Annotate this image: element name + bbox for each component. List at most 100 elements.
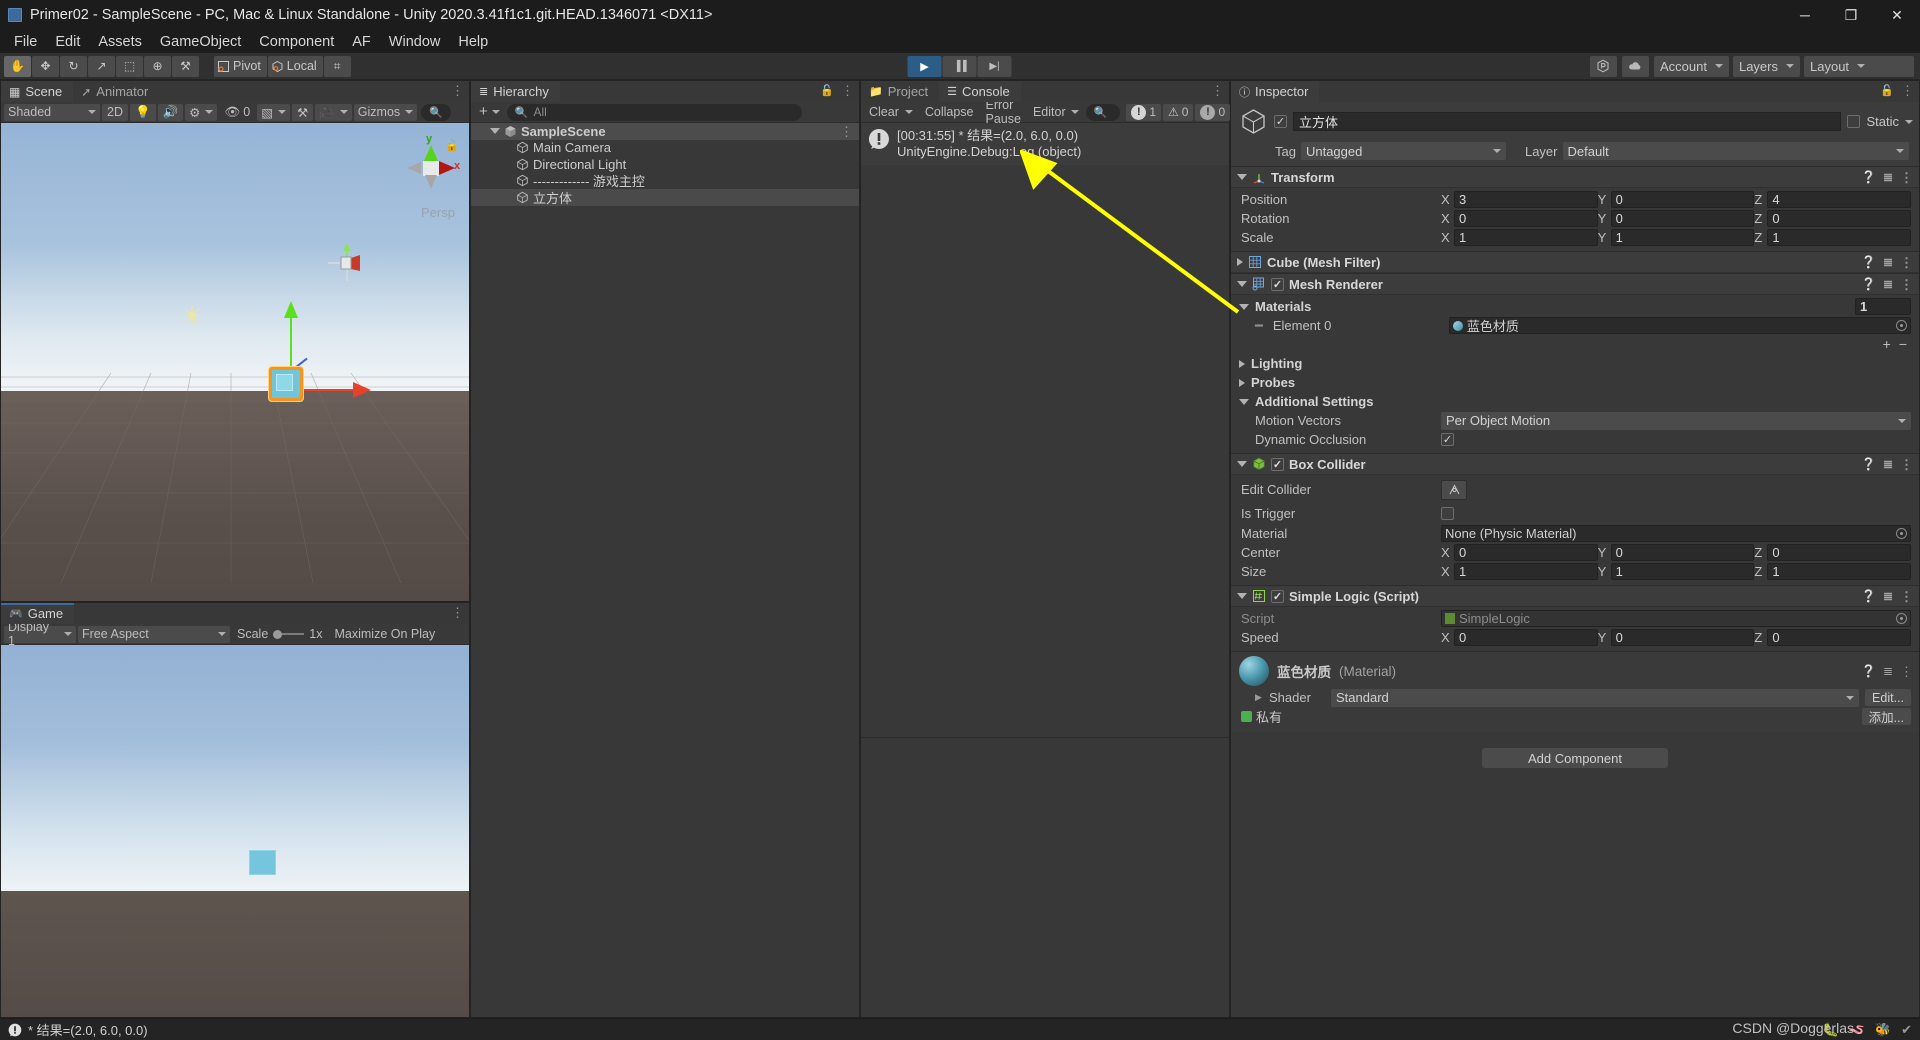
layer-dropdown[interactable]: Default (1562, 142, 1909, 160)
chevron-down-icon[interactable] (1239, 398, 1249, 405)
mesh-renderer-enabled-checkbox[interactable]: ✓ (1271, 277, 1284, 291)
collider-material-object-field[interactable]: None (Physic Material) (1441, 525, 1911, 542)
layers-dropdown[interactable]: Layers (1732, 55, 1800, 77)
tab-hierarchy[interactable]: ≣ Hierarchy (471, 81, 560, 102)
kebab-menu-icon[interactable]: ⋮ (451, 606, 464, 619)
kebab-menu-icon[interactable]: ⋮ (1900, 256, 1913, 269)
chevron-right-icon[interactable] (1237, 258, 1243, 266)
pivot-mode-button[interactable]: Pivot (214, 55, 267, 77)
position-x-input[interactable]: 3 (1454, 191, 1598, 208)
directional-light-gizmo[interactable]: ☀ (179, 303, 205, 329)
close-button[interactable]: ✕ (1874, 0, 1920, 30)
move-tool-button[interactable]: ✥ (32, 55, 59, 77)
console-collapse-toggle[interactable]: Collapse (920, 104, 979, 121)
object-picker-icon[interactable] (1896, 320, 1907, 331)
check-circle-icon[interactable]: ✔ (1901, 1022, 1912, 1038)
scene-camera-dropdown[interactable]: 🎥 (315, 103, 352, 121)
scale-slider-group[interactable]: Scale 1x (232, 626, 327, 643)
menu-item-component[interactable]: Component (250, 32, 343, 52)
pause-button[interactable]: ▐▐ (942, 55, 977, 77)
kebab-menu-icon[interactable]: ⋮ (1901, 84, 1914, 97)
scene-viewport[interactable]: ☀ y x 🔓 Persp (1, 123, 469, 601)
add-material-button[interactable]: + (1883, 336, 1891, 352)
hierarchy-row-main-camera[interactable]: Main Camera (471, 140, 859, 157)
scale-y-input[interactable]: 1 (1610, 229, 1755, 246)
tab-project[interactable]: 📁 Project (861, 81, 939, 102)
play-button[interactable]: ▶ (907, 55, 942, 77)
speed-y-input[interactable]: 0 (1610, 629, 1755, 646)
toggle-2d-button[interactable]: 2D (102, 103, 128, 121)
motion-vectors-dropdown[interactable]: Per Object Motion (1441, 411, 1911, 430)
game-tab-menu[interactable]: ⋮ (451, 606, 464, 619)
lock-icon[interactable]: 🔓 (1880, 84, 1894, 97)
help-icon[interactable]: ❔ (1861, 457, 1876, 471)
object-enabled-checkbox[interactable]: ✓ (1274, 115, 1287, 128)
display-dropdown[interactable]: Display 1 (4, 620, 76, 648)
account-dropdown[interactable]: Account (1653, 55, 1729, 77)
component-header-mesh-filter[interactable]: Cube (Mesh Filter) ❔ ≣ ⋮ (1231, 251, 1919, 273)
collab-button[interactable] (1589, 55, 1617, 77)
dynamic-occlusion-checkbox[interactable]: ✓ (1441, 433, 1454, 446)
component-header-simple-logic[interactable]: ✓ Simple Logic (Script) ❔ ≣ ⋮ (1231, 585, 1919, 607)
bug-muted-icon[interactable]: 🐝 (1875, 1022, 1891, 1038)
kebab-menu-icon[interactable]: ⋮ (1900, 278, 1913, 291)
hierarchy-row-cube[interactable]: 立方体 (471, 189, 859, 206)
scale-tool-button[interactable]: ↗ (88, 55, 115, 77)
edit-collider-button[interactable] (1441, 479, 1467, 500)
rotation-y-input[interactable]: 0 (1610, 210, 1755, 227)
aspect-ratio-dropdown[interactable]: Free Aspect (78, 625, 230, 643)
grid-snapping-button[interactable]: ⌗ (323, 55, 351, 77)
tab-animator[interactable]: ➚ Animator (73, 81, 159, 102)
simple-logic-enabled-checkbox[interactable]: ✓ (1271, 589, 1284, 603)
remove-material-button[interactable]: − (1899, 336, 1907, 352)
menu-item-window[interactable]: Window (380, 32, 450, 52)
gizmo-axis-y-arrow[interactable] (284, 301, 298, 318)
maximize-button[interactable]: ❐ (1828, 0, 1874, 30)
menu-item-assets[interactable]: Assets (89, 32, 151, 52)
help-icon[interactable]: ❔ (1861, 664, 1876, 678)
chevron-down-icon[interactable] (1237, 593, 1247, 599)
box-collider-enabled-checkbox[interactable]: ✓ (1271, 457, 1284, 471)
status-message[interactable]: * 结果=(2.0, 6.0, 0.0) (28, 1020, 148, 1039)
kebab-menu-icon[interactable]: ⋮ (840, 125, 853, 138)
scale-x-input[interactable]: 1 (1454, 229, 1598, 246)
tab-game[interactable]: 🎮 Game (1, 603, 75, 624)
hierarchy-row-samplescene[interactable]: SampleScene ⋮ (471, 123, 859, 140)
menu-item-file[interactable]: File (5, 32, 46, 52)
menu-item-gameobject[interactable]: GameObject (151, 32, 250, 52)
element-0-object-field[interactable]: 蓝色材质 (1448, 317, 1911, 334)
preset-icon[interactable]: ≣ (1883, 664, 1893, 678)
object-picker-icon[interactable] (1896, 528, 1907, 539)
chevron-down-icon[interactable] (490, 128, 500, 135)
console-tab-menu[interactable]: ⋮ (1211, 84, 1224, 97)
speed-z-input[interactable]: 0 (1767, 629, 1912, 646)
scene-lighting-button[interactable]: 💡 (129, 103, 156, 121)
preset-icon[interactable]: ≣ (1883, 255, 1893, 269)
preset-icon[interactable]: ≣ (1883, 457, 1893, 471)
help-icon[interactable]: ❔ (1861, 255, 1876, 269)
component-header-mesh-renderer[interactable]: ✓ Mesh Renderer ❔ ≣ ⋮ (1231, 273, 1919, 295)
drag-handle-icon[interactable]: ━ (1255, 318, 1263, 334)
console-warning-count[interactable]: ⚠ 0 (1163, 103, 1194, 121)
help-icon[interactable]: ❔ (1861, 277, 1876, 291)
console-search-input[interactable]: 🔍 (1085, 103, 1121, 121)
component-header-box-collider[interactable]: ✓ Box Collider ❔ ≣ ⋮ (1231, 453, 1919, 475)
console-log-count[interactable]: ! 1 (1126, 103, 1162, 121)
minimize-button[interactable]: ─ (1782, 0, 1828, 30)
menu-item-edit[interactable]: Edit (46, 32, 89, 52)
chevron-right-icon[interactable] (1239, 359, 1245, 368)
grid-visibility-dropdown[interactable]: ▧ (257, 103, 290, 121)
custom-editor-tool-button[interactable]: ⚒ (172, 55, 199, 77)
chevron-right-icon[interactable]: ▶ (1255, 692, 1269, 703)
help-icon[interactable]: ❔ (1861, 170, 1876, 184)
shader-edit-button[interactable]: Edit... (1865, 689, 1911, 706)
chevron-down-icon[interactable] (1237, 281, 1247, 287)
kebab-menu-icon[interactable]: ⋮ (1900, 458, 1913, 471)
hierarchy-row-game-controller[interactable]: ------------- 游戏主控 (471, 173, 859, 189)
scene-tab-menu[interactable]: ⋮ (451, 84, 464, 97)
kebab-menu-icon[interactable]: ⋮ (1900, 171, 1913, 184)
materials-count-input[interactable]: 1 (1855, 298, 1911, 315)
selected-cube-object[interactable] (269, 367, 303, 401)
gizmos-dropdown[interactable]: Gizmos (353, 103, 418, 121)
main-camera-gizmo[interactable] (326, 241, 368, 287)
